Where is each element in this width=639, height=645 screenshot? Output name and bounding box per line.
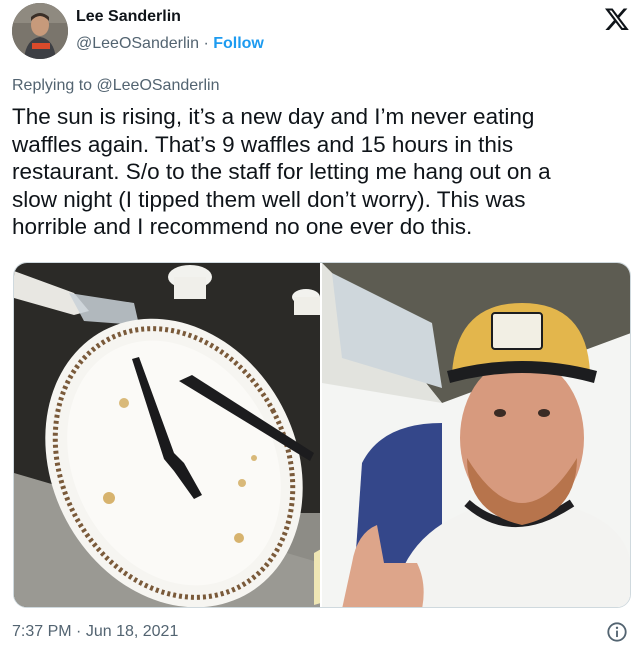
empty-plate-photo[interactable] — [14, 263, 320, 607]
x-logo-icon[interactable] — [604, 6, 630, 32]
author-display-name[interactable]: Lee Sanderlin — [76, 8, 181, 26]
avatar-image — [12, 3, 68, 59]
info-icon[interactable] — [606, 621, 628, 643]
thumbs-up-selfie-photo[interactable] — [322, 263, 630, 607]
separator-dot: · — [76, 623, 82, 640]
follow-button[interactable]: Follow — [213, 35, 264, 52]
avatar[interactable] — [12, 3, 68, 59]
tweet-date: Jun 18, 2021 — [85, 623, 179, 640]
replying-mention[interactable]: @LeeOSanderlin — [97, 77, 220, 94]
author-handle[interactable]: @LeeOSanderlin — [76, 35, 199, 52]
tweet-line: slow night (I tipped them well don’t wor… — [12, 186, 526, 212]
tweet-line: horrible and I recommend no one ever do … — [12, 214, 473, 239]
tweet-timestamp[interactable]: 7:37 PM · Jun 18, 2021 — [12, 623, 178, 641]
tweet-time: 7:37 PM — [12, 623, 72, 640]
tweet-media[interactable] — [13, 262, 631, 608]
separator-dot: · — [203, 35, 209, 52]
replying-to: Replying to @LeeOSanderlin — [12, 77, 219, 95]
replying-prefix: Replying to — [12, 77, 93, 94]
tweet-line: The sun is rising, it’s a new day and I’… — [12, 104, 535, 129]
tweet-line: waffles again. That’s 9 waffles and 15 h… — [12, 131, 514, 157]
tweet-text: The sun is rising, it’s a new day and I’… — [12, 103, 624, 241]
tweet-line: restaurant. S/o to the staff for letting… — [12, 159, 551, 184]
author-handle-row: @LeeOSanderlin · Follow — [76, 35, 264, 53]
